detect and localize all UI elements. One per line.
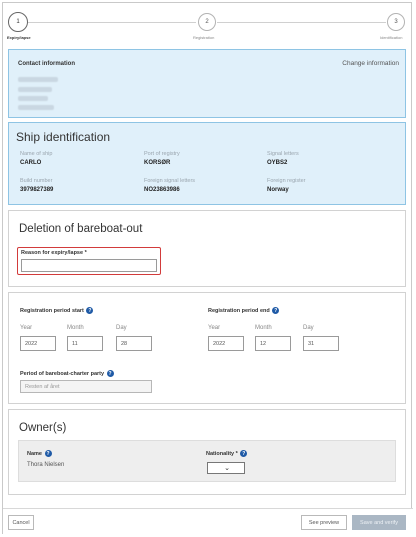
end-year-label: Year — [208, 325, 221, 331]
change-information-link[interactable]: Change information — [342, 60, 399, 67]
required-asterisk: * — [84, 250, 87, 256]
end-month-input[interactable]: 12 — [255, 336, 291, 351]
nationality-label-text: Nationality — [206, 450, 235, 457]
reason-label: Reason for expiry/lapse * — [21, 250, 87, 256]
form-footer: Cancel See preview Save and verify — [3, 508, 413, 535]
ship-name-label: Name of ship — [20, 151, 53, 157]
redacted-contact-line — [18, 96, 48, 101]
ship-name-value: CARLO — [20, 160, 42, 166]
end-day-label: Day — [303, 325, 314, 331]
build-number-value: 3979827389 — [20, 187, 54, 193]
application-frame: 1 Expiry/lapse 2 Registration 3 Identifi… — [2, 2, 413, 535]
step-1-circle[interactable]: 1 — [8, 12, 28, 32]
charter-period-input: Resten af året — [20, 380, 152, 393]
period-end-label: Registration period end ? — [208, 307, 280, 314]
foreign-signal-letters-label: Foreign signal letters — [144, 178, 196, 184]
chevron-down-icon: ⌄ — [224, 465, 230, 472]
stepper-connector — [27, 22, 196, 23]
start-day-label: Day — [116, 325, 127, 331]
help-icon[interactable]: ? — [106, 370, 114, 377]
step-1-label: Expiry/lapse — [7, 35, 31, 40]
progress-stepper: 1 Expiry/lapse 2 Registration 3 Identifi… — [3, 3, 413, 47]
registration-period-section: Registration period start ? Year Month D… — [8, 292, 406, 404]
save-and-verify-button[interactable]: Save and verify — [352, 515, 406, 530]
signal-letters-label: Signal letters — [267, 151, 299, 157]
start-month-label: Month — [67, 325, 84, 331]
signal-letters-value: OYBS2 — [267, 160, 288, 166]
step-3-circle[interactable]: 3 — [387, 13, 405, 31]
start-day-input[interactable]: 28 — [116, 336, 152, 351]
port-of-registry-value: KORSØR — [144, 160, 171, 166]
deletion-section: Deletion of bareboat-out Reason for expi… — [8, 210, 406, 287]
help-icon[interactable]: ? — [240, 450, 248, 457]
step-3-label: Identification — [380, 35, 403, 40]
nationality-label: Nationality * ? — [206, 450, 248, 457]
contact-information-panel: Contact information Change information — [8, 49, 406, 118]
reason-label-text: Reason for expiry/lapse — [21, 250, 84, 256]
end-year-input[interactable]: 2022 — [208, 336, 244, 351]
period-start-label: Registration period start ? — [20, 307, 94, 314]
required-asterisk: * — [235, 450, 238, 457]
charter-period-label-text: Period of bareboat-charter party — [20, 370, 105, 377]
help-icon[interactable]: ? — [86, 307, 94, 314]
end-month-label: Month — [255, 325, 272, 331]
deletion-title: Deletion of bareboat-out — [19, 223, 143, 235]
ship-identification-title: Ship identification — [16, 130, 111, 144]
help-icon[interactable]: ? — [272, 307, 280, 314]
period-end-label-text: Registration period end — [208, 307, 270, 314]
period-start-label-text: Registration period start — [20, 307, 84, 314]
owner-name-label: Name ? — [27, 450, 52, 457]
end-day-input[interactable]: 31 — [303, 336, 339, 351]
foreign-register-value: Norway — [267, 187, 289, 193]
foreign-register-label: Foreign register — [267, 178, 306, 184]
start-month-input[interactable]: 11 — [67, 336, 103, 351]
port-of-registry-label: Port of registry — [144, 151, 180, 157]
nationality-select[interactable]: ⌄ — [207, 462, 245, 474]
redacted-contact-line — [18, 105, 54, 110]
redacted-contact-line — [18, 87, 52, 92]
owner-name-value: Thora Nielsen — [27, 462, 65, 468]
see-preview-button[interactable]: See preview — [301, 515, 347, 530]
stepper-connector — [217, 22, 386, 23]
start-year-label: Year — [20, 325, 33, 331]
build-number-label: Build number — [20, 178, 53, 184]
step-2-number: 2 — [205, 19, 209, 25]
contact-information-title: Contact information — [18, 61, 75, 67]
step-1-number: 1 — [16, 19, 20, 25]
foreign-signal-letters-value: NO23863986 — [144, 187, 180, 193]
redacted-contact-line — [18, 77, 58, 82]
start-year-input[interactable]: 2022 — [20, 336, 56, 351]
step-3-number: 3 — [394, 19, 398, 25]
charter-period-label: Period of bareboat-charter party ? — [20, 370, 114, 377]
cancel-button[interactable]: Cancel — [8, 515, 34, 530]
owner-name-label-text: Name — [27, 450, 42, 457]
reason-input[interactable] — [21, 259, 157, 272]
help-icon[interactable]: ? — [44, 450, 52, 457]
owner-row: Name ? Thora Nielsen Nationality * ? ⌄ — [18, 440, 396, 482]
step-2-label: Registration — [193, 35, 215, 40]
owners-title: Owner(s) — [19, 422, 67, 434]
step-2-circle[interactable]: 2 — [198, 13, 216, 31]
owners-section: Owner(s) Name ? Thora Nielsen Nationalit… — [8, 409, 406, 495]
ship-identification-panel: Ship identification Name of ship CARLO P… — [8, 122, 406, 205]
